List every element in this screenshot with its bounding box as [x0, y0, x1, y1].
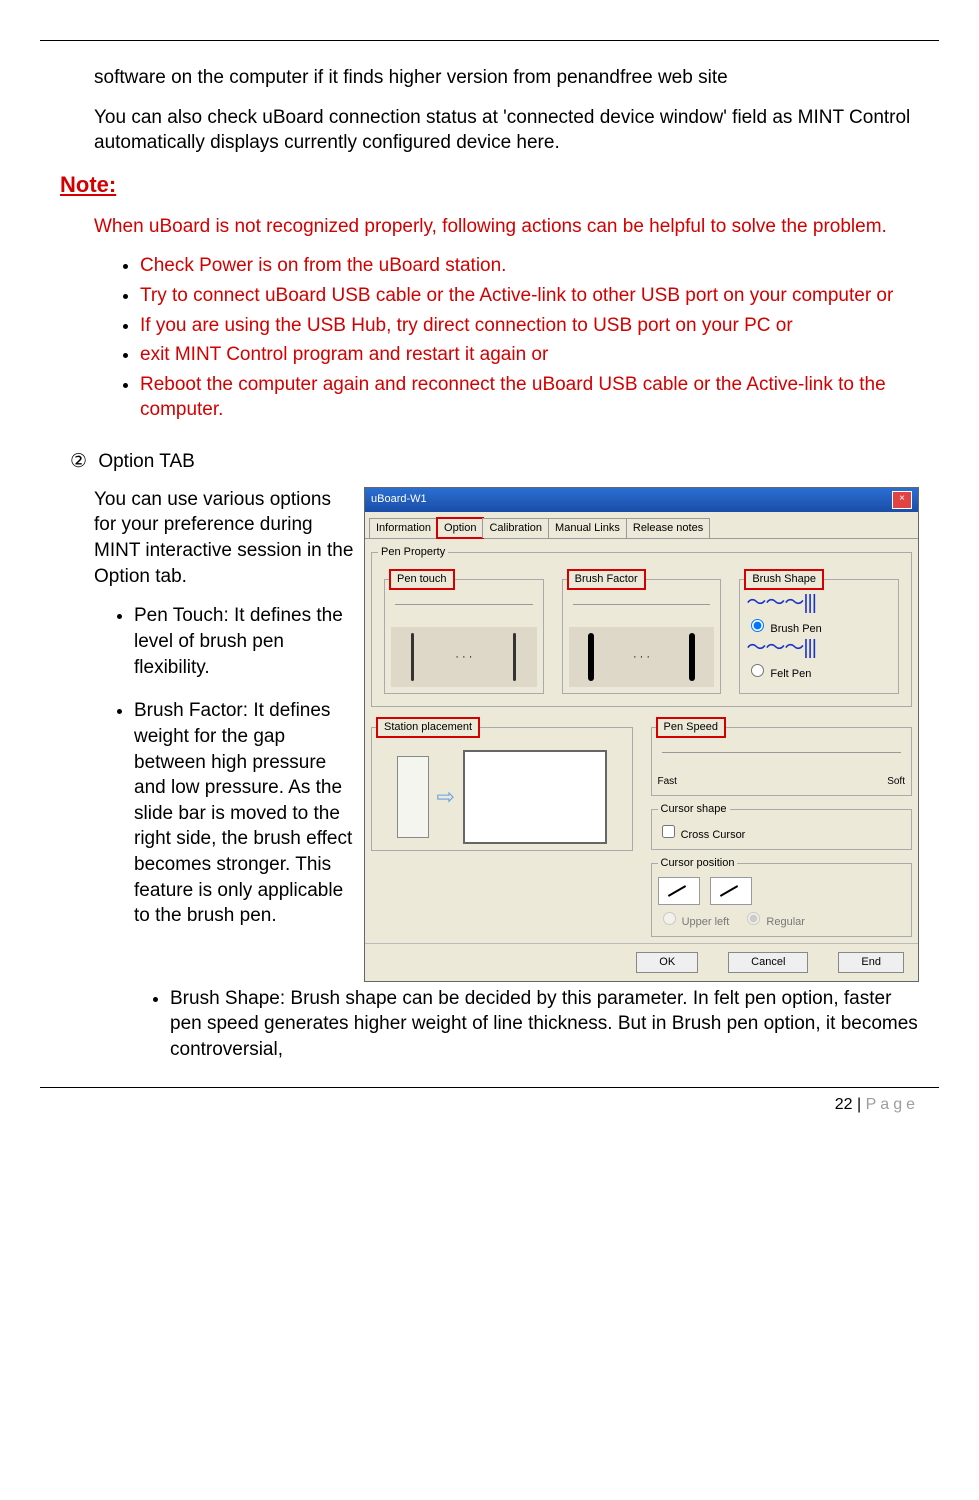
section-title: Option TAB [98, 451, 194, 472]
cursor-shape-group: Cursor shape Cross Cursor [651, 802, 913, 851]
upper-left-radio[interactable]: Upper left [658, 916, 730, 928]
close-button[interactable]: × [892, 491, 912, 509]
note-list: Check Power is on from the uBoard statio… [140, 253, 919, 423]
section-heading: ② Option TAB [70, 449, 919, 475]
dialog-screenshot: uBoard-W1 × Information Option Calibrati… [364, 487, 919, 982]
brush-shape-group: Brush Shape 〜〜〜||| Brush Pen 〜〜〜||| Felt… [739, 571, 899, 694]
pen-property-legend: Pen Property [378, 545, 448, 560]
page-footer: 22 | Page [40, 1087, 939, 1116]
pen-speed-slider[interactable] [662, 752, 902, 771]
pen-speed-group: Pen Speed Fast Soft [651, 719, 913, 795]
cursor-shape-legend: Cursor shape [658, 802, 730, 817]
brush-factor-group: Brush Factor · · · [562, 571, 722, 694]
brush-shape-legend: Brush Shape [746, 571, 822, 588]
pen-touch-slider[interactable] [395, 604, 533, 623]
end-button[interactable]: End [838, 952, 904, 973]
page-number: 22 [835, 1096, 853, 1113]
dialog-buttons: OK Cancel End [365, 943, 918, 981]
ok-button[interactable]: OK [636, 952, 698, 973]
cross-cursor-checkbox[interactable]: Cross Cursor [658, 829, 746, 841]
note-heading: Note: [60, 170, 919, 200]
section-marker: ② [70, 449, 87, 475]
note-item: Check Power is on from the uBoard statio… [140, 253, 919, 279]
note-item: If you are using the USB Hub, try direct… [140, 313, 919, 339]
pen-touch-legend: Pen touch [391, 571, 453, 588]
tab-option[interactable]: Option [437, 518, 483, 538]
section-intro: You can use various options for your pre… [94, 487, 354, 590]
dialog-title: uBoard-W1 [371, 492, 427, 507]
tab-release-notes[interactable]: Release notes [626, 518, 710, 538]
section-bullet: Brush Factor: It defines weight for the … [134, 698, 354, 929]
cursor-position-legend: Cursor position [658, 856, 738, 871]
cursor-upper-left-icon [658, 877, 700, 905]
brush-pen-sample: 〜〜〜||| [746, 596, 892, 610]
cursor-regular-icon [710, 877, 752, 905]
note-item: exit MINT Control program and restart it… [140, 342, 919, 368]
pen-property-group: Pen Property Pen touch · · · Brush Facto… [371, 545, 912, 708]
arrow-icon: ⇨ [437, 782, 455, 812]
cursor-position-group: Cursor position Upper left Regular [651, 856, 913, 937]
soft-label: Soft [887, 775, 905, 789]
pen-touch-group: Pen touch · · · [384, 571, 544, 694]
section-bullet: Pen Touch: It defines the level of brush… [134, 603, 354, 680]
tab-manual-links[interactable]: Manual Links [548, 518, 627, 538]
page-label: Page [866, 1096, 919, 1113]
dialog-titlebar: uBoard-W1 × [365, 488, 918, 512]
pen-speed-legend: Pen Speed [658, 719, 724, 736]
screen-icon [463, 750, 607, 844]
brush-factor-slider[interactable] [573, 604, 711, 623]
note-item: Try to connect uBoard USB cable or the A… [140, 283, 919, 309]
regular-radio[interactable]: Regular [742, 916, 805, 928]
pen-touch-preview: · · · [391, 627, 537, 687]
note-lead: When uBoard is not recognized properly, … [94, 214, 919, 240]
tab-information[interactable]: Information [369, 518, 438, 538]
brush-pen-radio[interactable]: Brush Pen [746, 616, 892, 637]
tab-strip: Information Option Calibration Manual Li… [365, 512, 918, 539]
station-placement-group: Station placement ⇨ [371, 719, 633, 851]
tab-calibration[interactable]: Calibration [482, 518, 549, 538]
section-bullet: Brush Shape: Brush shape can be decided … [170, 986, 919, 1063]
brush-factor-preview: · · · [569, 627, 715, 687]
station-icon [397, 756, 429, 838]
intro-line-2: You can also check uBoard connection sta… [94, 105, 919, 156]
top-rule [40, 40, 939, 41]
felt-pen-sample: 〜〜〜||| [746, 641, 892, 655]
cancel-button[interactable]: Cancel [728, 952, 808, 973]
brush-factor-legend: Brush Factor [569, 571, 644, 588]
station-placement-legend: Station placement [378, 719, 478, 736]
felt-pen-radio[interactable]: Felt Pen [746, 661, 892, 682]
intro-line-1: software on the computer if it finds hig… [94, 65, 919, 91]
note-item: Reboot the computer again and reconnect … [140, 372, 919, 423]
fast-label: Fast [658, 775, 677, 789]
